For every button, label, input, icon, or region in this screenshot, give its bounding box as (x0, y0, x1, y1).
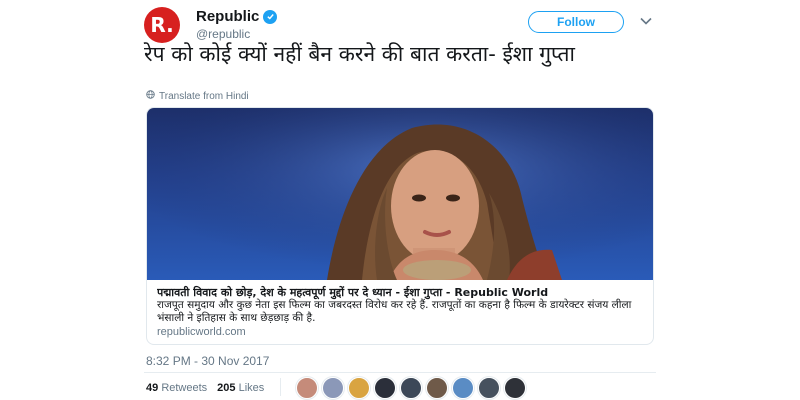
retweets-stat[interactable]: 49 Retweets (146, 382, 207, 394)
account-handle[interactable]: @republic (196, 27, 250, 41)
link-card[interactable]: पद्मावती विवाद को छोड़, देश के महत्वपूर्… (146, 107, 654, 345)
liker-avatar[interactable] (296, 377, 318, 399)
avatar[interactable]: R. (144, 7, 180, 43)
card-photo (147, 108, 653, 280)
card-description: राजपूत समुदाय और कुछ नेता इस फिल्म का जब… (157, 299, 632, 324)
chevron-down-icon[interactable] (638, 13, 654, 29)
tweet-stats: 49 Retweets 205 Likes (146, 382, 264, 394)
liker-avatars (296, 377, 526, 399)
card-image[interactable] (147, 108, 653, 280)
stats-divider (280, 378, 281, 396)
account-name[interactable]: Republic (196, 8, 259, 25)
divider (144, 372, 656, 373)
tweet: R. Republic @republic Follow रेप को कोई … (130, 0, 670, 400)
likes-stat[interactable]: 205 Likes (217, 382, 264, 394)
translate-link[interactable]: Translate from Hindi (146, 90, 249, 102)
liker-avatar[interactable] (452, 377, 474, 399)
translate-label[interactable]: Translate from Hindi (159, 91, 249, 102)
likes-count: 205 (217, 382, 236, 394)
card-domain: republicworld.com (157, 326, 246, 338)
avatar-letter: R. (150, 13, 174, 37)
retweets-count: 49 (146, 382, 159, 394)
liker-avatar[interactable] (478, 377, 500, 399)
globe-icon (146, 90, 155, 102)
liker-avatar[interactable] (374, 377, 396, 399)
tweet-timestamp[interactable]: 8:32 PM - 30 Nov 2017 (146, 354, 269, 368)
tweet-text: रेप को कोई क्यों नहीं बैन करने की बात कर… (144, 42, 575, 66)
retweets-label: Retweets (161, 382, 208, 394)
likes-label: Likes (238, 382, 265, 394)
account-name-row[interactable]: Republic (196, 8, 278, 25)
verified-badge-icon (263, 9, 278, 24)
liker-avatar[interactable] (400, 377, 422, 399)
liker-avatar[interactable] (348, 377, 370, 399)
liker-avatar[interactable] (322, 377, 344, 399)
follow-button[interactable]: Follow (528, 11, 624, 33)
card-title[interactable]: पद्मावती विवाद को छोड़, देश के महत्वपूर्… (157, 285, 647, 300)
liker-avatar[interactable] (426, 377, 448, 399)
liker-avatar[interactable] (504, 377, 526, 399)
